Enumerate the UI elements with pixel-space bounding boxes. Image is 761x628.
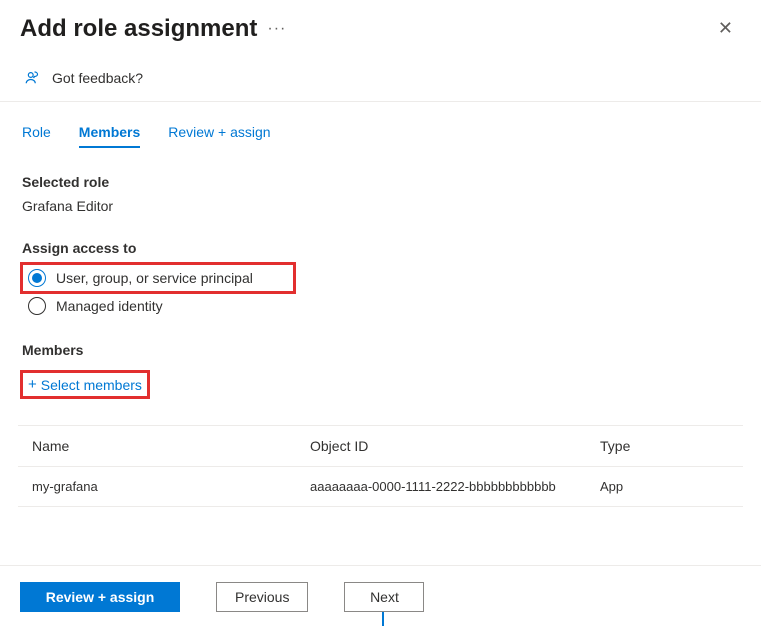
radio-icon [28, 269, 46, 287]
feedback-link[interactable]: Got feedback? [0, 51, 761, 102]
tab-bar: Role Members Review + assign [0, 102, 761, 148]
assign-access-label: Assign access to [22, 240, 739, 256]
tab-members[interactable]: Members [79, 124, 140, 148]
selected-role-value: Grafana Editor [22, 198, 739, 214]
panel-header: Add role assignment ··· ✕ [0, 0, 761, 51]
tab-role[interactable]: Role [22, 124, 51, 148]
page-title: Add role assignment [20, 15, 257, 43]
footer-bar: Review + assign Previous Next [0, 565, 761, 628]
selected-role-section: Selected role Grafana Editor [0, 148, 761, 214]
previous-button[interactable]: Previous [216, 582, 308, 612]
radio-label: User, group, or service principal [56, 270, 253, 286]
col-header-type: Type [600, 438, 729, 454]
close-icon[interactable]: ✕ [712, 14, 739, 43]
radio-user-group-sp[interactable]: User, group, or service principal [22, 264, 294, 292]
cell-type: App [600, 479, 729, 494]
cell-object-id: aaaaaaaa-0000-1111-2222-bbbbbbbbbbbb [310, 479, 600, 494]
radio-managed-identity[interactable]: Managed identity [22, 292, 739, 320]
plus-icon: + [28, 376, 37, 393]
selected-role-label: Selected role [22, 174, 739, 190]
next-button[interactable]: Next [344, 582, 424, 612]
feedback-icon [24, 69, 42, 87]
tab-review-assign[interactable]: Review + assign [168, 124, 270, 148]
select-members-link[interactable]: + Select members [22, 372, 148, 397]
select-members-text: Select members [41, 377, 142, 393]
review-assign-button[interactable]: Review + assign [20, 582, 180, 612]
radio-label: Managed identity [56, 298, 163, 314]
table-row[interactable]: my-grafana aaaaaaaa-0000-1111-2222-bbbbb… [18, 467, 743, 507]
members-label: Members [22, 342, 739, 358]
caret-indicator [382, 612, 384, 626]
members-section: Members + Select members [0, 320, 761, 397]
members-table: Name Object ID Type my-grafana aaaaaaaa-… [18, 425, 743, 507]
content-scroll[interactable]: Role Members Review + assign Selected ro… [0, 102, 761, 547]
assign-access-section: Assign access to User, group, or service… [0, 214, 761, 320]
cell-name: my-grafana [32, 479, 310, 494]
col-header-object-id: Object ID [310, 438, 600, 454]
table-header: Name Object ID Type [18, 425, 743, 467]
more-icon[interactable]: ··· [267, 20, 286, 38]
feedback-text: Got feedback? [52, 70, 143, 86]
col-header-name: Name [32, 438, 310, 454]
radio-icon [28, 297, 46, 315]
